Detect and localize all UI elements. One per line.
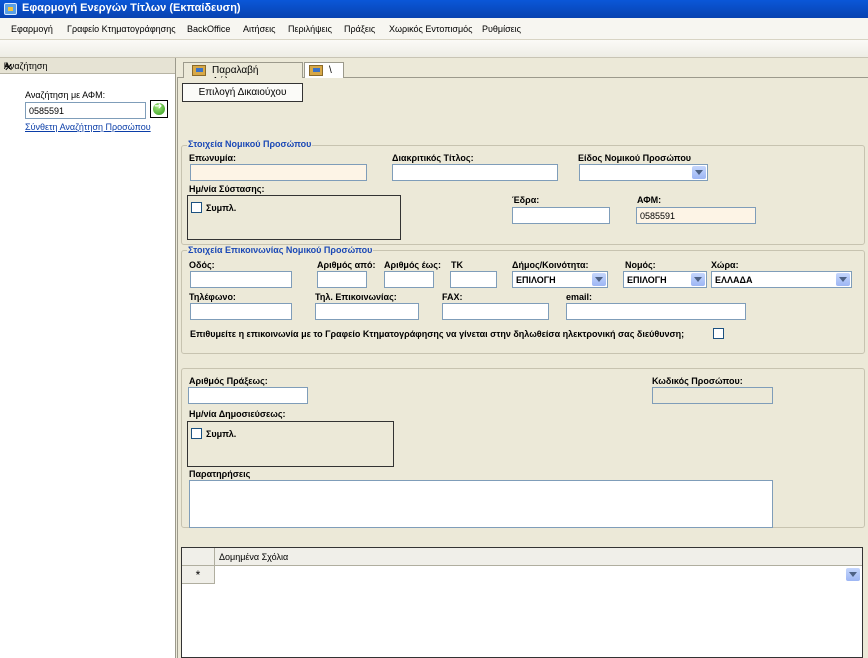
new-row-marker: *	[182, 566, 215, 584]
email-input[interactable]	[566, 303, 746, 320]
select-beneficiary-button[interactable]: Επιλογή Δικαιούχου	[182, 83, 303, 102]
chevron-down-icon	[692, 166, 706, 179]
tab-strip: Παραλαβή Δήλωσης \	[177, 58, 868, 87]
search-panel: Αναζήτηση ᵖ ✕ Αναζήτηση με ΑΦΜ: Σύνθετη …	[0, 58, 176, 658]
afm-label: ΑΦΜ:	[637, 195, 662, 205]
country-label: Χώρα:	[711, 260, 739, 270]
electronic-contact-checkbox[interactable]	[713, 328, 724, 339]
contact-phone-input[interactable]	[315, 303, 419, 320]
grid-new-row-select[interactable]	[216, 567, 861, 583]
menu-item-summaries[interactable]: Περιλήψεις	[288, 24, 332, 34]
person-code-label: Κωδικός Προσώπου:	[652, 376, 743, 386]
afm-search-input[interactable]	[25, 102, 146, 119]
menu-bar: Εφαρμογή Γραφείο Κτηματογράφησης BackOff…	[0, 18, 868, 40]
grid-row-header	[182, 548, 215, 566]
document-icon	[192, 65, 206, 76]
fax-label: FAX:	[442, 292, 463, 302]
municipality-label: Δήμος/Κοινότητα:	[512, 260, 589, 270]
menu-item-acts[interactable]: Πράξεις	[344, 24, 375, 34]
afm-search-label: Αναζήτηση με ΑΦΜ:	[25, 90, 106, 100]
tab-receive-declaration[interactable]: Παραλαβή Δήλωσης	[183, 62, 303, 87]
menu-item-spatial-location[interactable]: Χωρικός Εντοπισμός	[389, 24, 472, 34]
entity-type-select[interactable]	[579, 164, 708, 181]
number-from-input[interactable]	[317, 271, 367, 288]
email-label: email:	[566, 292, 593, 302]
search-panel-header: Αναζήτηση ᵖ ✕	[0, 58, 175, 74]
founding-date-label: Ημ/νία Σύστασης:	[189, 184, 265, 194]
founding-complete-label: Συμπλ.	[206, 203, 237, 213]
chevron-down-icon	[592, 273, 606, 286]
postal-code-input[interactable]	[450, 271, 497, 288]
menu-item-settings[interactable]: Ρυθμίσεις	[482, 24, 521, 34]
chevron-down-icon	[846, 568, 860, 581]
notes-textarea[interactable]	[189, 480, 773, 528]
close-icon[interactable]: ✕	[4, 61, 169, 74]
entity-type-label: Είδος Νομικού Προσώπου	[578, 153, 692, 163]
street-label: Οδός:	[189, 260, 215, 270]
postal-code-label: ΤΚ	[451, 260, 463, 270]
chevron-down-icon	[836, 273, 850, 286]
publication-date-label: Ημ/νία Δημοσιεύσεως:	[189, 409, 286, 419]
distinctive-title-label: Διακριτικός Τίτλος:	[392, 153, 474, 163]
menu-item-application[interactable]: Εφαρμογή	[11, 24, 53, 34]
seat-input[interactable]	[512, 207, 610, 224]
grid-header: Δομημένα Σχόλια	[182, 548, 862, 566]
notes-label: Παρατηρήσεις	[189, 469, 251, 479]
menu-item-applications[interactable]: Αιτήσεις	[243, 24, 275, 34]
act-number-label: Αριθμός Πράξεως:	[189, 376, 268, 386]
founding-date-box	[187, 195, 401, 240]
prefecture-select[interactable]: ΕΠΙΛΟΓΗ	[623, 271, 707, 288]
publication-date-box	[187, 421, 394, 467]
document-icon	[309, 65, 323, 76]
number-from-label: Αριθμός από:	[317, 260, 376, 270]
act-number-input[interactable]	[188, 387, 308, 404]
search-go-button[interactable]	[150, 100, 168, 118]
phone-label: Τηλέφωνο:	[189, 292, 236, 302]
go-arrow-icon	[153, 101, 165, 115]
name-label: Επωνυμία:	[189, 153, 237, 163]
app-icon	[4, 3, 17, 15]
name-input[interactable]	[190, 164, 367, 181]
chevron-down-icon	[691, 273, 705, 286]
municipality-select[interactable]: ΕΠΙΛΟΓΗ	[512, 271, 608, 288]
structured-comments-grid: Δομημένα Σχόλια *	[181, 547, 863, 658]
menu-item-backoffice[interactable]: BackOffice	[187, 24, 230, 34]
advanced-search-link[interactable]: Σύνθετη Αναζήτηση Προσώπου	[25, 122, 151, 132]
fax-input[interactable]	[442, 303, 549, 320]
legal-entity-title: Στοιχεία Νομικού Προσώπου	[187, 139, 313, 149]
number-to-input[interactable]	[384, 271, 434, 288]
window-title: Εφαρμογή Ενεργών Τίτλων (Εκπαίδευση)	[22, 2, 241, 14]
prefecture-label: Νομός:	[625, 260, 656, 270]
number-to-label: Αριθμός έως:	[384, 260, 441, 270]
contact-phone-label: Τηλ. Επικοινωνίας:	[315, 292, 397, 302]
menu-item-cadastral-office[interactable]: Γραφείο Κτηματογράφησης	[67, 24, 176, 34]
person-code-input[interactable]	[652, 387, 773, 404]
phone-input[interactable]	[190, 303, 292, 320]
tab-current[interactable]: \	[304, 62, 344, 78]
toolstrip	[0, 40, 868, 58]
seat-label: Έδρα:	[512, 195, 540, 205]
contact-title: Στοιχεία Επικοινωνίας Νομικού Προσώπου	[187, 245, 374, 255]
electronic-contact-question: Επιθυμείτε η επικοινωνία με το Γραφείο Κ…	[190, 329, 685, 339]
distinctive-title-input[interactable]	[392, 164, 558, 181]
country-select[interactable]: ΕΛΛΑΔΑ	[711, 271, 852, 288]
publication-complete-label: Συμπλ.	[206, 429, 237, 439]
publication-complete-checkbox[interactable]	[191, 428, 202, 439]
title-bar: Εφαρμογή Ενεργών Τίτλων (Εκπαίδευση)	[0, 0, 868, 18]
afm-input[interactable]	[636, 207, 756, 224]
founding-complete-checkbox[interactable]	[191, 202, 202, 213]
street-input[interactable]	[190, 271, 292, 288]
grid-column-header[interactable]: Δομημένα Σχόλια	[219, 552, 288, 562]
